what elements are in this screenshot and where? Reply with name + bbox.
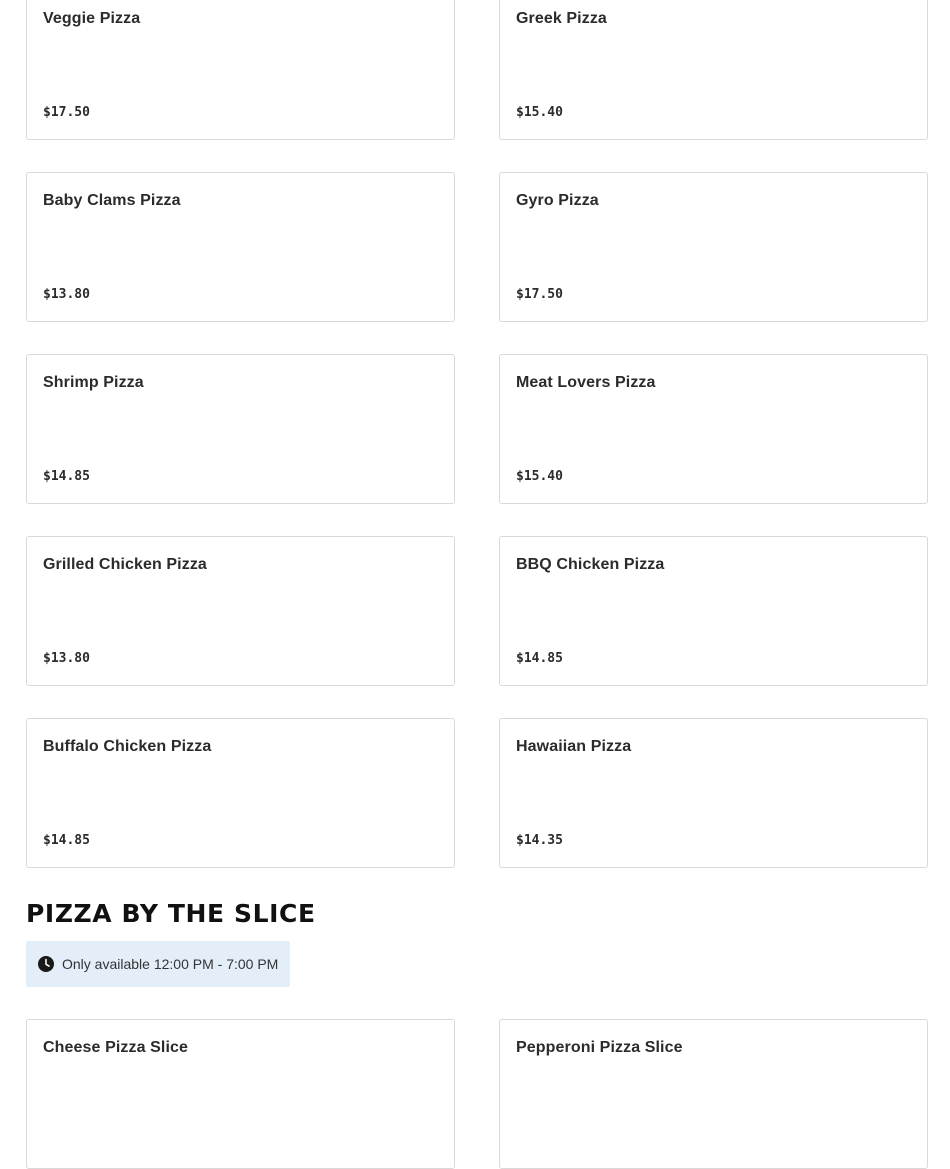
menu-item-card[interactable]: Veggie Pizza $17.50 xyxy=(26,0,455,140)
menu-item-price: $13.80 xyxy=(43,287,90,302)
menu-item-name: Shrimp Pizza xyxy=(43,374,144,391)
menu-item-card[interactable]: Meat Lovers Pizza $15.40 xyxy=(499,354,928,504)
menu-item-card[interactable]: Gyro Pizza $17.50 xyxy=(499,172,928,322)
menu-item-card[interactable]: Greek Pizza $15.40 xyxy=(499,0,928,140)
menu-item-price: $15.40 xyxy=(516,105,563,120)
menu-item-card[interactable]: Cheese Pizza Slice xyxy=(26,1019,455,1169)
menu-item-price: $17.50 xyxy=(516,287,563,302)
clock-icon xyxy=(38,956,54,972)
slice-menu-grid: Cheese Pizza Slice Pepperoni Pizza Slice xyxy=(26,1019,928,1169)
menu-item-price: $14.35 xyxy=(516,833,563,848)
menu-item-name: Grilled Chicken Pizza xyxy=(43,556,207,573)
availability-banner: Only available 12:00 PM - 7:00 PM xyxy=(26,941,291,987)
pizza-menu-grid: Veggie Pizza $17.50 Greek Pizza $15.40 B… xyxy=(26,0,928,868)
menu-item-price: $14.85 xyxy=(516,651,563,666)
menu-item-price: $14.85 xyxy=(43,469,90,484)
menu-item-card[interactable]: Pepperoni Pizza Slice xyxy=(499,1019,928,1169)
menu-item-price: $14.85 xyxy=(43,833,90,848)
menu-item-name: BBQ Chicken Pizza xyxy=(516,556,665,573)
menu-item-name: Meat Lovers Pizza xyxy=(516,374,656,391)
menu-item-price: $17.50 xyxy=(43,105,90,120)
menu-item-name: Veggie Pizza xyxy=(43,10,141,27)
menu-item-name: Hawaiian Pizza xyxy=(516,738,632,755)
availability-text: Only available 12:00 PM - 7:00 PM xyxy=(62,956,279,972)
menu-item-card[interactable]: Shrimp Pizza $14.85 xyxy=(26,354,455,504)
menu-item-card[interactable]: BBQ Chicken Pizza $14.85 xyxy=(499,536,928,686)
menu-item-card[interactable]: Grilled Chicken Pizza $13.80 xyxy=(26,536,455,686)
menu-item-price: $13.80 xyxy=(43,651,90,666)
menu-item-name: Buffalo Chicken Pizza xyxy=(43,738,212,755)
menu-item-name: Cheese Pizza Slice xyxy=(43,1039,188,1056)
menu-item-card[interactable]: Baby Clams Pizza $13.80 xyxy=(26,172,455,322)
menu-item-card[interactable]: Buffalo Chicken Pizza $14.85 xyxy=(26,718,455,868)
section-title: PIZZA BY THE SLICE xyxy=(26,899,316,928)
menu-item-name: Pepperoni Pizza Slice xyxy=(516,1039,683,1056)
menu-item-price: $15.40 xyxy=(516,469,563,484)
menu-item-name: Greek Pizza xyxy=(516,10,607,27)
menu-item-name: Gyro Pizza xyxy=(516,192,599,209)
menu-item-name: Baby Clams Pizza xyxy=(43,192,181,209)
menu-item-card[interactable]: Hawaiian Pizza $14.35 xyxy=(499,718,928,868)
